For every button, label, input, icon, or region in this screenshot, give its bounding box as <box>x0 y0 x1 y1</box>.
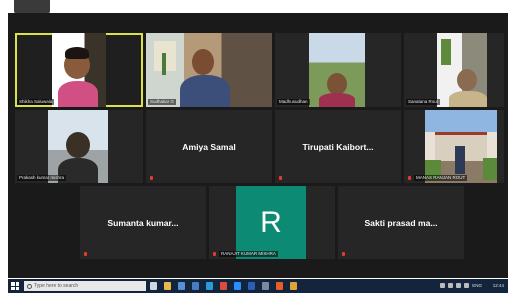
search-placeholder: Type here to search <box>34 283 79 289</box>
participant-tile[interactable]: Prakash kumar mishra <box>15 110 143 183</box>
windows-taskbar: Type here to search ENG 12:44 <box>8 279 508 293</box>
chrome-icon[interactable] <box>220 282 227 290</box>
volume-icon[interactable] <box>456 283 461 288</box>
participant-tile[interactable]: Amiya Samal <box>146 110 272 183</box>
participant-tile[interactable]: Sumanta kumar... <box>80 186 206 259</box>
muted-mic-icon <box>84 252 87 256</box>
participant-name: Amiya Samal <box>182 141 236 152</box>
clock-time: 12:44 <box>492 283 504 288</box>
participant-tile[interactable]: Sakti prasad ma... <box>338 186 464 259</box>
participant-avatar: R <box>236 186 306 259</box>
muted-mic-icon <box>408 176 411 180</box>
tray-chevron-icon[interactable] <box>440 283 445 288</box>
participant-video <box>52 33 106 107</box>
participant-name: Shikha Saluwala <box>17 99 55 105</box>
participant-tile[interactable]: Sanatana Rout <box>404 33 504 107</box>
participant-name: Sakti prasad ma... <box>364 217 438 228</box>
participant-tile[interactable]: Sudhakar G <box>146 33 272 107</box>
participant-tile[interactable]: Shikha Saluwala <box>15 33 143 107</box>
avatar-initial: R <box>260 205 282 239</box>
participant-tile[interactable]: R RANAJIT KUMAR MISHRA <box>209 186 335 259</box>
participant-video <box>146 33 272 107</box>
record-icon[interactable] <box>276 282 283 290</box>
participant-tile[interactable]: Tirupati Kaibort... <box>275 110 401 183</box>
network-icon[interactable] <box>448 283 453 288</box>
window-title-tab[interactable] <box>14 0 50 14</box>
muted-mic-icon <box>342 252 345 256</box>
participant-name: Tirupati Kaibort... <box>302 141 374 152</box>
word-icon[interactable] <box>248 282 255 290</box>
participant-video <box>425 110 497 183</box>
participant-video <box>48 110 108 183</box>
taskbar-search-input[interactable]: Type here to search <box>24 281 146 291</box>
language-indicator: ENG <box>472 283 482 288</box>
task-view-icon[interactable] <box>150 282 157 290</box>
muted-mic-icon <box>279 176 282 180</box>
app-icon[interactable] <box>290 282 297 290</box>
participant-name: Sudhakar G <box>148 99 177 105</box>
edge-icon[interactable] <box>206 282 213 290</box>
participant-video <box>437 33 487 107</box>
participant-video <box>309 33 365 107</box>
participant-name: Sanatana Rout <box>406 99 441 105</box>
participant-name: RANAJIT KUMAR MISHRA <box>219 251 278 257</box>
participant-tile[interactable]: MANAS RANJAN ROUT <box>404 110 504 183</box>
store-icon[interactable] <box>178 282 185 290</box>
muted-mic-icon <box>213 252 216 256</box>
search-icon <box>27 283 32 289</box>
muted-mic-icon <box>150 176 153 180</box>
zoom-icon[interactable] <box>234 282 241 290</box>
camera-icon[interactable] <box>262 282 269 290</box>
participant-name: MANAS RANJAN ROUT <box>414 175 468 181</box>
windows-start-icon[interactable] <box>11 282 19 290</box>
file-explorer-icon[interactable] <box>164 282 171 290</box>
meeting-gallery: Shikha Saluwala Sudhakar G Madhusudhan S… <box>8 13 508 278</box>
participant-name: Prakash kumar mishra <box>17 175 67 181</box>
participant-name: Sumanta kumar... <box>107 217 179 228</box>
participant-tile[interactable]: Madhusudhan <box>275 33 401 107</box>
battery-icon[interactable] <box>464 283 469 288</box>
mail-icon[interactable] <box>192 282 199 290</box>
participant-name: Madhusudhan <box>277 99 310 105</box>
